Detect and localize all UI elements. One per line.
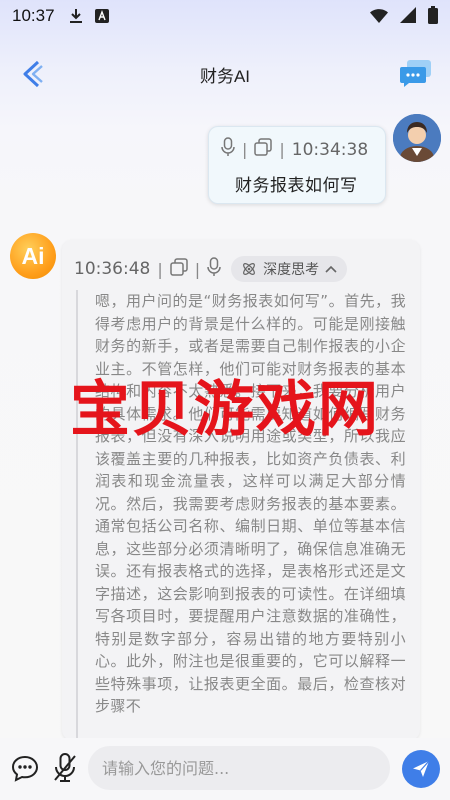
question-input[interactable] xyxy=(88,746,390,790)
user-message-meta: | | 10:34:38 xyxy=(221,137,368,162)
ai-message-time: 10:36:48 xyxy=(74,259,151,279)
chat-bubbles-icon xyxy=(400,60,431,87)
copy-icon[interactable] xyxy=(170,257,188,281)
battery-icon xyxy=(428,6,438,28)
app-a-icon xyxy=(94,9,109,23)
ai-message-meta: 10:36:48 | | 深度思考 xyxy=(74,256,348,282)
mic-icon[interactable] xyxy=(207,256,221,282)
mic-icon[interactable] xyxy=(221,137,235,162)
mic-off-icon xyxy=(54,753,76,782)
user-message-time: 10:34:38 xyxy=(291,139,369,160)
user-message-bubble: | | 10:34:38 财务报表如何写 xyxy=(208,126,386,204)
atom-icon xyxy=(243,263,256,275)
deep-think-label: 深度思考 xyxy=(263,262,320,278)
wifi-icon xyxy=(370,8,388,27)
chat-history-button[interactable] xyxy=(400,58,432,88)
chevron-left-icon xyxy=(23,60,43,88)
send-icon xyxy=(413,760,430,777)
page-title: 财务AI xyxy=(199,66,251,86)
signal-icon xyxy=(400,7,416,27)
status-time: 10:37 xyxy=(12,6,55,25)
separator: | xyxy=(279,140,285,159)
send-button[interactable] xyxy=(402,750,440,788)
copy-icon[interactable] xyxy=(254,138,273,161)
user-message-text: 财务报表如何写 xyxy=(235,176,358,196)
separator: | xyxy=(194,259,201,279)
chat-mode-button[interactable] xyxy=(10,754,40,784)
user-avatar[interactable] xyxy=(393,114,441,162)
chat-dots-icon xyxy=(11,755,39,782)
thinking-content: 嗯，用户问的是“财务报表如何写”。首先，我得考虑用户的背景是什么样的。可能是刚接… xyxy=(76,290,406,740)
app-header: 财务AI xyxy=(0,48,450,100)
ai-avatar: Ai xyxy=(10,233,56,279)
separator: | xyxy=(242,140,248,159)
ai-avatar-label: Ai xyxy=(21,242,45,269)
separator: | xyxy=(157,259,163,279)
voice-input-button[interactable] xyxy=(52,752,78,784)
back-button[interactable] xyxy=(20,60,46,88)
input-bar xyxy=(0,738,450,800)
download-icon xyxy=(69,8,83,24)
ai-message-bubble: 10:36:48 | | 深度思考 嗯，用户问的是“财务报表如何写”。首先，我得… xyxy=(62,240,420,740)
deep-think-toggle[interactable]: 深度思考 xyxy=(231,256,348,282)
chevron-up-icon xyxy=(325,265,337,273)
status-bar: 10:37 xyxy=(0,0,450,32)
